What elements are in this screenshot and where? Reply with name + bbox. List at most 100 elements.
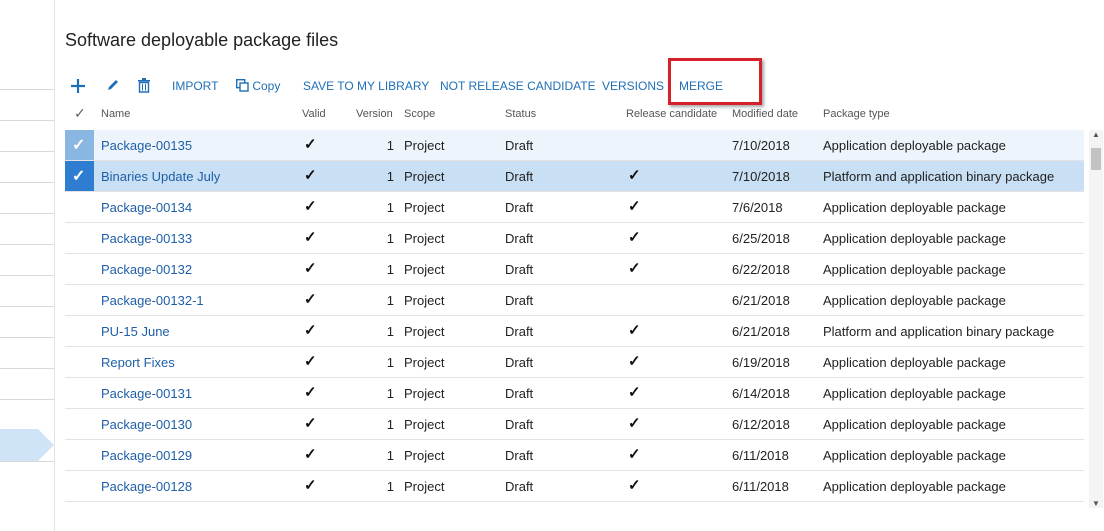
valid-check-icon: ✓ [304,260,317,277]
trash-icon [138,78,150,93]
modified-date-value: 6/14/2018 [732,386,790,401]
package-type-value: Platform and application binary package [823,324,1055,339]
valid-check-icon: ✓ [304,415,317,432]
table-row[interactable]: PU-15 June ✓ 1 Project Draft ✓ 6/21/2018 Platfo… [65,316,1084,347]
row-select-checkbox[interactable] [65,347,94,377]
scrollbar-thumb[interactable] [1091,148,1101,170]
table-row[interactable]: Report Fixes ✓ 1 Project Draft ✓ 6/19/2018 Appl… [65,347,1084,378]
nav-divider [0,368,55,369]
version-value: 1 [386,355,394,370]
release-candidate-check-icon: ✓ [628,446,641,463]
vertical-scrollbar[interactable]: ▲ ▼ [1089,130,1103,508]
valid-check-icon: ✓ [304,291,317,308]
package-name-link[interactable]: Binaries Update July [101,169,220,184]
package-type-value: Application deployable package [823,231,1006,246]
column-header-package-type[interactable]: Package type [823,108,890,120]
package-name-link[interactable]: Package-00133 [101,231,192,246]
scope-value: Project [404,448,445,463]
not-release-candidate-button[interactable]: NOT RELEASE CANDIDATE [440,76,596,96]
nav-selection-pointer [38,429,54,461]
valid-check-icon: ✓ [304,136,317,153]
status-value: Draft [505,448,534,463]
table-row[interactable]: ✓ Binaries Update July ✓ 1 Project Draft ✓ 7/10… [65,161,1084,192]
status-value: Draft [505,293,534,308]
column-header-scope[interactable]: Scope [404,108,435,120]
table-row[interactable]: Package-00130 ✓ 1 Project Draft ✓ 6/12/2018 App… [65,409,1084,440]
save-to-library-button[interactable]: SAVE TO MY LIBRARY [303,76,429,96]
table-row[interactable]: Package-00131 ✓ 1 Project Draft ✓ 6/14/2018 App… [65,378,1084,409]
column-header-valid[interactable]: Valid [302,108,326,120]
scroll-down-arrow-icon[interactable]: ▼ [1092,499,1100,508]
valid-check-icon: ✓ [304,446,317,463]
row-select-checkbox[interactable]: ✓ [65,130,94,160]
table-row[interactable]: Package-00132-1 ✓ 1 Project Draft 6/21/2018 Ap… [65,285,1084,316]
column-header-version[interactable]: Version [356,108,393,120]
row-select-checkbox[interactable] [65,223,94,253]
scroll-up-arrow-icon[interactable]: ▲ [1092,130,1100,139]
nav-divider [0,151,55,152]
version-value: 1 [386,417,394,432]
copy-button[interactable]: Copy [235,76,280,96]
row-select-checkbox[interactable] [65,471,94,501]
scope-value: Project [404,355,445,370]
package-name-link[interactable]: Package-00129 [101,448,192,463]
package-name-link[interactable]: Package-00135 [101,138,192,153]
new-button[interactable] [70,76,86,96]
row-select-checkbox[interactable] [65,192,94,222]
checkmark-icon: ✓ [72,137,86,154]
delete-button[interactable] [137,76,151,96]
edit-button[interactable] [106,76,120,96]
row-select-checkbox[interactable] [65,440,94,470]
package-name-link[interactable]: Package-00131 [101,386,192,401]
row-select-checkbox[interactable] [65,285,94,315]
status-value: Draft [505,417,534,432]
row-select-checkbox[interactable] [65,254,94,284]
row-select-checkbox[interactable] [65,316,94,346]
package-type-value: Application deployable package [823,293,1006,308]
status-value: Draft [505,324,534,339]
package-name-link[interactable]: Package-00132-1 [101,293,204,308]
table-row[interactable]: Package-00132 ✓ 1 Project Draft ✓ 6/22/2018 App… [65,254,1084,285]
package-name-link[interactable]: Package-00134 [101,200,192,215]
column-header-release-candidate[interactable]: Release candidate [626,108,717,120]
row-select-checkbox[interactable] [65,378,94,408]
release-candidate-check-icon: ✓ [628,229,641,246]
nav-divider [0,89,55,90]
nav-divider [0,213,55,214]
nav-item-selected[interactable] [0,429,38,461]
table-row[interactable]: Package-00128 ✓ 1 Project Draft ✓ 6/11/2018 App… [65,471,1084,502]
package-name-link[interactable]: PU-15 June [101,324,170,339]
version-value: 1 [386,231,394,246]
table-row[interactable]: ✓ Package-00135 ✓ 1 Project Draft 7/10/2018 App… [65,130,1084,161]
column-header-name[interactable]: Name [101,108,130,120]
package-name-link[interactable]: Report Fixes [101,355,175,370]
scope-value: Project [404,386,445,401]
package-type-value: Application deployable package [823,200,1006,215]
valid-check-icon: ✓ [304,384,317,401]
pencil-icon [108,80,118,90]
table-row[interactable]: Package-00133 ✓ 1 Project Draft ✓ 6/25/2018 App… [65,223,1084,254]
version-value: 1 [386,324,394,339]
package-name-link[interactable]: Package-00132 [101,262,192,277]
package-type-value: Application deployable package [823,355,1006,370]
versions-button[interactable]: VERSIONS [602,76,664,96]
package-type-value: Application deployable package [823,417,1006,432]
import-button[interactable]: IMPORT [172,76,218,96]
package-name-link[interactable]: Package-00128 [101,479,192,494]
nav-divider [0,182,55,183]
select-all-checkbox[interactable]: ✓ [74,105,86,122]
checkmark-icon: ✓ [72,168,86,185]
scope-value: Project [404,293,445,308]
release-candidate-check-icon: ✓ [628,353,641,370]
table-row[interactable]: Package-00129 ✓ 1 Project Draft ✓ 6/11/2018 App… [65,440,1084,471]
scope-value: Project [404,138,445,153]
column-header-status[interactable]: Status [505,108,536,120]
row-select-checkbox[interactable]: ✓ [65,161,94,191]
table-row[interactable]: Package-00134 ✓ 1 Project Draft ✓ 7/6/2018 Appl… [65,192,1084,223]
modified-date-value: 6/11/2018 [732,479,789,494]
row-select-checkbox[interactable] [65,409,94,439]
nav-divider [0,275,55,276]
modified-date-value: 6/12/2018 [732,417,790,432]
column-header-modified-date[interactable]: Modified date [732,108,798,120]
package-name-link[interactable]: Package-00130 [101,417,192,432]
